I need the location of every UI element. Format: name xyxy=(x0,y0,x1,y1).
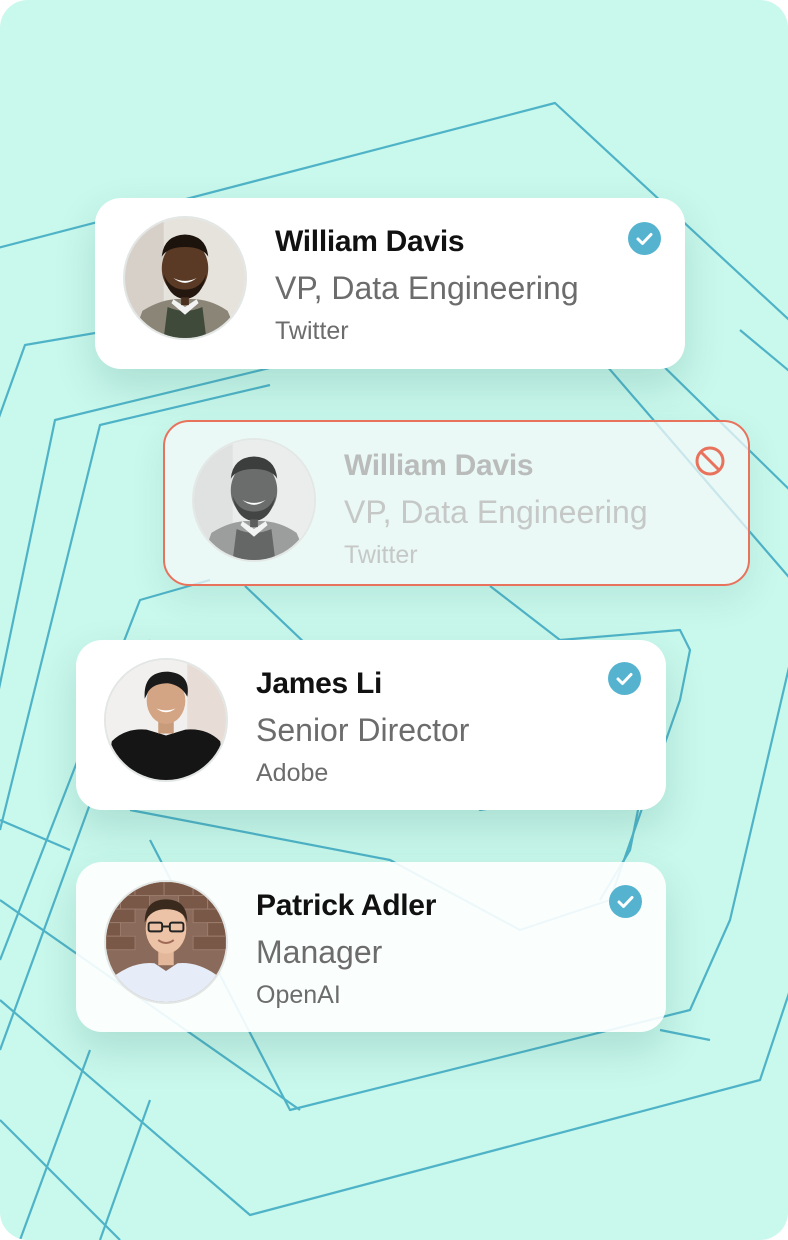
avatar xyxy=(192,438,316,562)
contact-company: Twitter xyxy=(275,317,349,345)
contact-name: Patrick Adler xyxy=(256,889,437,922)
check-circle-icon[interactable] xyxy=(628,222,661,255)
contact-company: OpenAI xyxy=(256,981,341,1009)
contact-name: William Davis xyxy=(344,449,534,482)
contact-title: Manager xyxy=(256,934,383,970)
contact-title: Senior Director xyxy=(256,712,470,748)
contact-company: Twitter xyxy=(344,541,418,569)
check-circle-icon[interactable] xyxy=(608,662,641,695)
contact-card[interactable]: Patrick Adler Manager OpenAI xyxy=(76,862,666,1032)
avatar xyxy=(104,658,228,782)
contact-card-blocked[interactable]: William Davis VP, Data Engineering Twitt… xyxy=(163,420,750,586)
contact-title: VP, Data Engineering xyxy=(344,494,648,530)
avatar xyxy=(123,216,247,340)
contact-name: William Davis xyxy=(275,225,465,258)
check-circle-icon[interactable] xyxy=(609,885,642,918)
canvas: William Davis VP, Data Engineering Twitt… xyxy=(0,0,788,1240)
blocked-icon[interactable] xyxy=(693,444,727,478)
contact-name: James Li xyxy=(256,667,383,700)
contact-company: Adobe xyxy=(256,759,329,787)
avatar xyxy=(104,880,228,1004)
contact-card[interactable]: James Li Senior Director Adobe xyxy=(76,640,666,810)
contact-card[interactable]: William Davis VP, Data Engineering Twitt… xyxy=(95,198,685,369)
contact-title: VP, Data Engineering xyxy=(275,270,579,306)
background-lines xyxy=(0,101,788,1240)
